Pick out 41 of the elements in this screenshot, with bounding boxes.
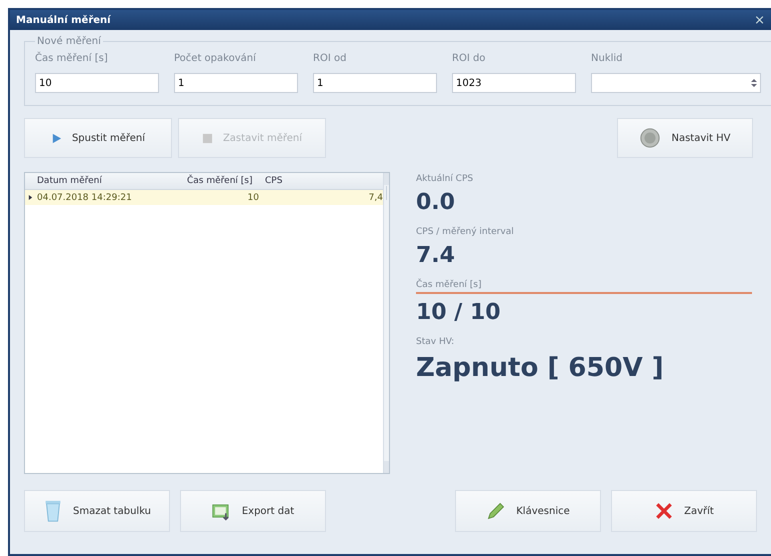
stat-label: CPS / měřený interval [416,227,515,237]
input-field[interactable]: 1023 [452,73,576,93]
start-button[interactable]: Spustit měření [24,118,172,158]
export-button[interactable]: Export dat [180,490,326,532]
stat-label: Čas měření [s] [416,280,482,290]
stat-label: Stav HV: [416,337,456,347]
set-hv-button[interactable]: Nastavit HV [617,118,753,158]
input-field[interactable]: 1 [313,73,437,93]
field-label: ROI od [313,53,348,65]
clear-table-button[interactable]: Smazat tabulku [24,490,170,532]
column-header[interactable]: Datum měření [37,176,177,186]
group-title: Nové měření [36,36,102,47]
column-header[interactable]: Čas měření [s] [177,176,265,186]
input-field[interactable]: 10 [35,73,159,93]
stat-label: Aktuální CPS [416,174,474,184]
stat-value: 0.0 [416,190,456,215]
bin-icon [42,499,63,523]
table-cell-text: 10 [246,192,259,202]
row-pointer-icon [28,194,33,201]
close-button[interactable]: × [754,12,765,28]
spin-arrows-icon[interactable] [750,77,758,89]
scrollbar[interactable] [383,173,389,473]
gauge-icon [639,127,662,149]
stat-value: Zapnuto [ 650V ] [416,353,665,383]
field-label: Nuklid [591,53,624,65]
field-label: Čas měření [s] [35,53,109,65]
table-row[interactable]: 04.07.2018 14:29:21 10 7,4 [25,190,383,205]
play-icon [50,132,62,144]
input-field[interactable]: 1 [174,73,298,93]
table-cell-text: 7,4 [368,192,383,202]
stop-icon [202,132,213,144]
field-label: ROI do [452,53,486,65]
table-cell-text: 04.07.2018 14:29:21 [37,192,133,202]
spin-field[interactable] [591,73,761,93]
field-label: Počet opakování [174,53,257,65]
window-title: Manuální měření [16,14,111,26]
close-dialog-button[interactable]: Zavřít [611,490,757,532]
column-header[interactable]: CPS [265,176,373,186]
stat-value: 10 / 10 [416,300,502,325]
keyboard-button[interactable]: Klávesnice [455,490,601,532]
stat-value: 7.4 [416,243,456,268]
